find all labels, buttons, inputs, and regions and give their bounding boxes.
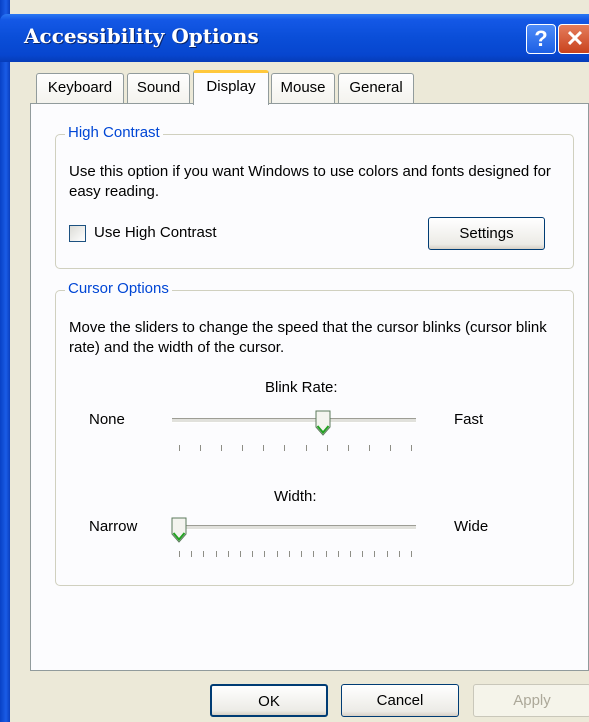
- slider-tick: [200, 445, 201, 451]
- tab-general[interactable]: General: [338, 73, 414, 103]
- slider-tick: [263, 445, 264, 451]
- blink-rate-slider-thumb[interactable]: [315, 410, 331, 436]
- width-min-label: Narrow: [89, 518, 138, 535]
- cursor-options-group: Cursor Options Move the sliders to chang…: [55, 280, 574, 586]
- slider-tick: [203, 551, 204, 557]
- slider-tick: [399, 551, 400, 557]
- blink-rate-ticks: [179, 445, 412, 451]
- cancel-button[interactable]: Cancel: [341, 684, 459, 717]
- blink-rate-min-label: None: [89, 411, 125, 428]
- slider-tick: [348, 445, 349, 451]
- dialog-button-bar: OK Cancel Apply: [10, 671, 589, 722]
- tab-mouse[interactable]: Mouse: [271, 73, 335, 103]
- display-tab-panel: High Contrast Use this option if you wan…: [30, 103, 589, 671]
- slider-tick: [338, 551, 339, 557]
- width-max-label: Wide: [454, 518, 489, 535]
- help-button[interactable]: ?: [526, 24, 556, 54]
- apply-button: Apply: [473, 684, 589, 717]
- slider-tick: [369, 445, 370, 451]
- close-button[interactable]: ✕: [558, 24, 589, 54]
- settings-button[interactable]: Settings: [428, 217, 545, 250]
- slider-tick: [327, 445, 328, 451]
- width-slider-track[interactable]: [172, 525, 416, 530]
- slider-tick: [326, 551, 327, 557]
- cursor-options-legend: Cursor Options: [65, 280, 172, 297]
- slider-tick: [284, 445, 285, 451]
- slider-tick: [306, 445, 307, 451]
- slider-tick: [179, 551, 180, 557]
- slider-tick: [301, 551, 302, 557]
- slider-tick: [242, 445, 243, 451]
- slider-tick: [362, 551, 363, 557]
- slider-tick: [411, 551, 412, 557]
- high-contrast-description: Use this option if you want Windows to u…: [69, 163, 551, 200]
- slider-tick: [240, 551, 241, 557]
- slider-tick: [216, 551, 217, 557]
- slider-tick: [264, 551, 265, 557]
- slider-tick: [179, 445, 180, 451]
- tab-keyboard[interactable]: Keyboard: [36, 73, 124, 103]
- slider-tick: [228, 551, 229, 557]
- ok-button[interactable]: OK: [210, 684, 328, 717]
- blink-rate-slider-track[interactable]: [172, 418, 416, 423]
- width-label: Width:: [274, 488, 317, 505]
- tab-sound[interactable]: Sound: [127, 73, 190, 103]
- slider-tick: [387, 551, 388, 557]
- high-contrast-legend: High Contrast: [65, 124, 163, 141]
- accessibility-options-window: Accessibility Options ? ✕ Keyboard Sound…: [0, 0, 589, 722]
- tab-display[interactable]: Display: [193, 70, 269, 105]
- blink-rate-label: Blink Rate:: [265, 379, 338, 396]
- slider-tick: [221, 445, 222, 451]
- slider-tick: [252, 551, 253, 557]
- slider-tick: [411, 445, 412, 451]
- blink-rate-max-label: Fast: [454, 411, 484, 428]
- slider-tick: [313, 551, 314, 557]
- use-high-contrast-label[interactable]: Use High Contrast: [94, 223, 217, 243]
- slider-tick: [390, 445, 391, 451]
- width-slider-thumb[interactable]: [171, 517, 187, 543]
- slider-tick: [277, 551, 278, 557]
- cursor-options-description: Move the sliders to change the speed tha…: [69, 319, 547, 356]
- slider-tick: [350, 551, 351, 557]
- title-bar[interactable]: Accessibility Options ? ✕: [0, 14, 589, 62]
- slider-tick: [289, 551, 290, 557]
- use-high-contrast-checkbox[interactable]: [69, 225, 86, 242]
- width-ticks: [179, 551, 412, 557]
- window-title: Accessibility Options: [24, 24, 259, 48]
- slider-tick: [374, 551, 375, 557]
- slider-tick: [191, 551, 192, 557]
- high-contrast-group: High Contrast Use this option if you wan…: [55, 124, 574, 269]
- window-frame-left: [0, 0, 10, 722]
